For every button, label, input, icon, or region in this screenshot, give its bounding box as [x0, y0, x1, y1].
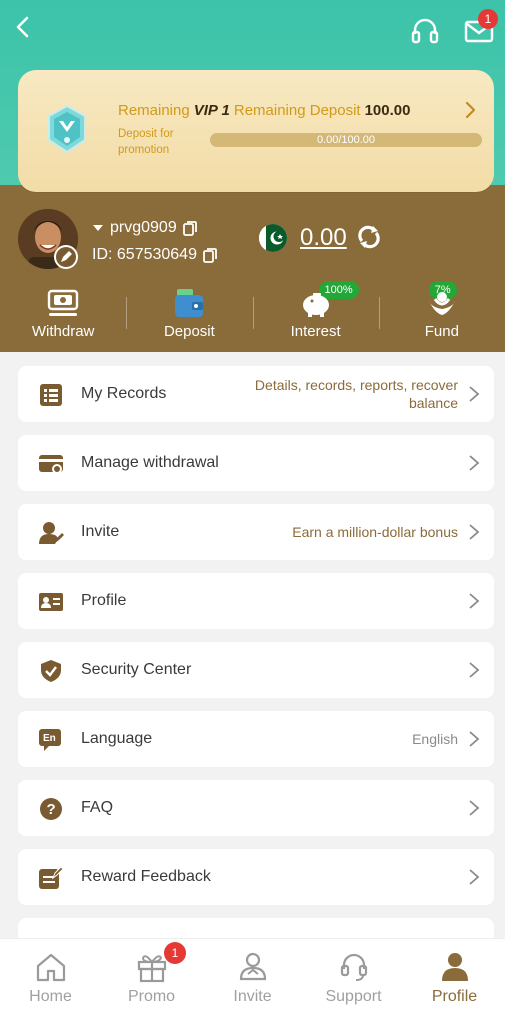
language-icon: En: [39, 729, 61, 751]
pakistan-flag-icon: [259, 224, 287, 252]
withdraw-label: Withdraw: [31, 323, 95, 340]
copy-username-icon[interactable]: [182, 220, 197, 236]
edit-avatar-button[interactable]: [54, 245, 78, 269]
remaining-label: Remaining: [118, 102, 190, 119]
tab-label: Home: [29, 988, 72, 1005]
deposit-button[interactable]: Deposit: [126, 283, 252, 348]
user-id-row: ID: 657530649: [92, 246, 217, 264]
vip-progress-bar: 0.00/100.00: [210, 133, 482, 147]
chevron-right-icon: [469, 524, 480, 540]
menu-item-profile[interactable]: Profile: [18, 573, 494, 629]
promo-badge: 1: [164, 942, 186, 964]
balance-amount: 0.00: [300, 224, 347, 251]
menu-label: FAQ: [81, 799, 114, 816]
card-gear-icon: [39, 455, 63, 474]
chevron-right-icon: [469, 386, 480, 402]
pencil-icon: [56, 247, 76, 267]
chevron-left-icon[interactable]: [12, 14, 34, 40]
profile-icon: [441, 953, 468, 981]
tab-promo[interactable]: Promo: [101, 939, 202, 1024]
menu-item-invite[interactable]: Invite Earn a million-dollar bonus: [18, 504, 494, 560]
tab-label: Promo: [127, 988, 176, 1005]
user-id: ID: 657530649: [92, 246, 197, 263]
home-icon: [36, 953, 65, 982]
menu-item-reward-feedback[interactable]: Reward Feedback: [18, 849, 494, 905]
menu-label: Profile: [81, 592, 127, 609]
tab-label: Support: [325, 988, 382, 1005]
interest-label: Interest: [290, 323, 341, 340]
tab-profile[interactable]: Profile: [404, 939, 505, 1024]
records-icon: [40, 384, 62, 406]
invite-icon: [239, 952, 266, 981]
headset-icon[interactable]: [410, 16, 440, 46]
fund-hands-icon: [428, 292, 455, 315]
menu-detail: Details, records, reports, recover balan…: [254, 377, 458, 411]
withdraw-button[interactable]: Withdraw: [0, 283, 126, 348]
vip-status-line: Remaining VIP 1 Remaining Deposit 100.00: [118, 102, 410, 119]
support-icon: [340, 953, 367, 981]
menu-label: Security Center: [81, 661, 192, 678]
id-card-icon: [39, 593, 63, 611]
menu-item-language[interactable]: En Language English: [18, 711, 494, 767]
fund-label: Fund: [424, 323, 459, 340]
quick-actions: Withdraw Deposit 100% Interest 7% Fund: [0, 281, 505, 348]
menu-item-manage-withdrawal[interactable]: Manage withdrawal: [18, 435, 494, 491]
menu-detail: English: [412, 731, 458, 747]
chevron-right-icon: [469, 455, 480, 471]
remaining-deposit-label: Remaining Deposit: [233, 102, 361, 119]
menu-detail: Earn a million-dollar bonus: [292, 524, 458, 540]
svg-text:?: ?: [47, 801, 56, 818]
tab-support[interactable]: Support: [303, 939, 404, 1024]
shield-check-icon: [41, 660, 61, 682]
menu-item-security-center[interactable]: Security Center: [18, 642, 494, 698]
vip-card[interactable]: Remaining VIP 1 Remaining Deposit 100.00 De…: [18, 70, 494, 192]
chevron-right-icon: [469, 731, 480, 747]
caret-down-icon: [93, 225, 103, 231]
question-icon: ?: [40, 798, 62, 820]
mail-badge: 1: [478, 9, 498, 29]
user-edit-icon: [39, 522, 64, 544]
menu-label: Language: [81, 730, 153, 747]
menu-label: Reward Feedback: [81, 868, 211, 885]
bottom-tab-bar: Home Promo Invite Support Profile: [0, 938, 505, 1024]
svg-text:En: En: [43, 733, 56, 744]
chevron-right-icon[interactable]: [464, 100, 478, 120]
username: prvg0909: [110, 219, 177, 236]
chevron-right-icon: [469, 593, 480, 609]
deposit-label: Deposit: [163, 323, 215, 340]
menu-label: My Records: [81, 385, 167, 402]
fund-button[interactable]: 7% Fund: [378, 281, 505, 348]
refresh-balance-icon[interactable]: [356, 224, 382, 250]
menu-item-faq[interactable]: ? FAQ: [18, 780, 494, 836]
vip-progress-text: 0.00/100.00: [316, 134, 376, 146]
tab-label: Invite: [233, 988, 272, 1005]
tab-label: Profile: [431, 988, 478, 1005]
piggy-bank-icon: [302, 293, 329, 317]
remaining-deposit-value: 100.00: [364, 102, 411, 119]
copy-id-icon[interactable]: [203, 247, 217, 263]
vip-badge-icon: [48, 104, 86, 154]
vip-sub-text: Deposit for promotion: [118, 128, 174, 156]
chevron-right-icon: [469, 662, 480, 678]
username-row: prvg0909: [92, 219, 197, 237]
tab-home[interactable]: Home: [0, 939, 101, 1024]
withdraw-icon: [47, 289, 79, 316]
menu-label: Invite: [81, 523, 120, 540]
interest-button[interactable]: 100% Interest: [252, 281, 379, 348]
tab-invite[interactable]: Invite: [202, 939, 303, 1024]
menu-item-my-records[interactable]: My Records Details, records, reports, re…: [18, 366, 494, 422]
wallet-icon: [175, 289, 204, 317]
feedback-icon: [39, 866, 64, 889]
chevron-right-icon: [469, 800, 480, 816]
menu-label: Manage withdrawal: [81, 454, 219, 471]
vip-level: VIP 1: [193, 102, 230, 119]
chevron-right-icon: [469, 869, 480, 885]
